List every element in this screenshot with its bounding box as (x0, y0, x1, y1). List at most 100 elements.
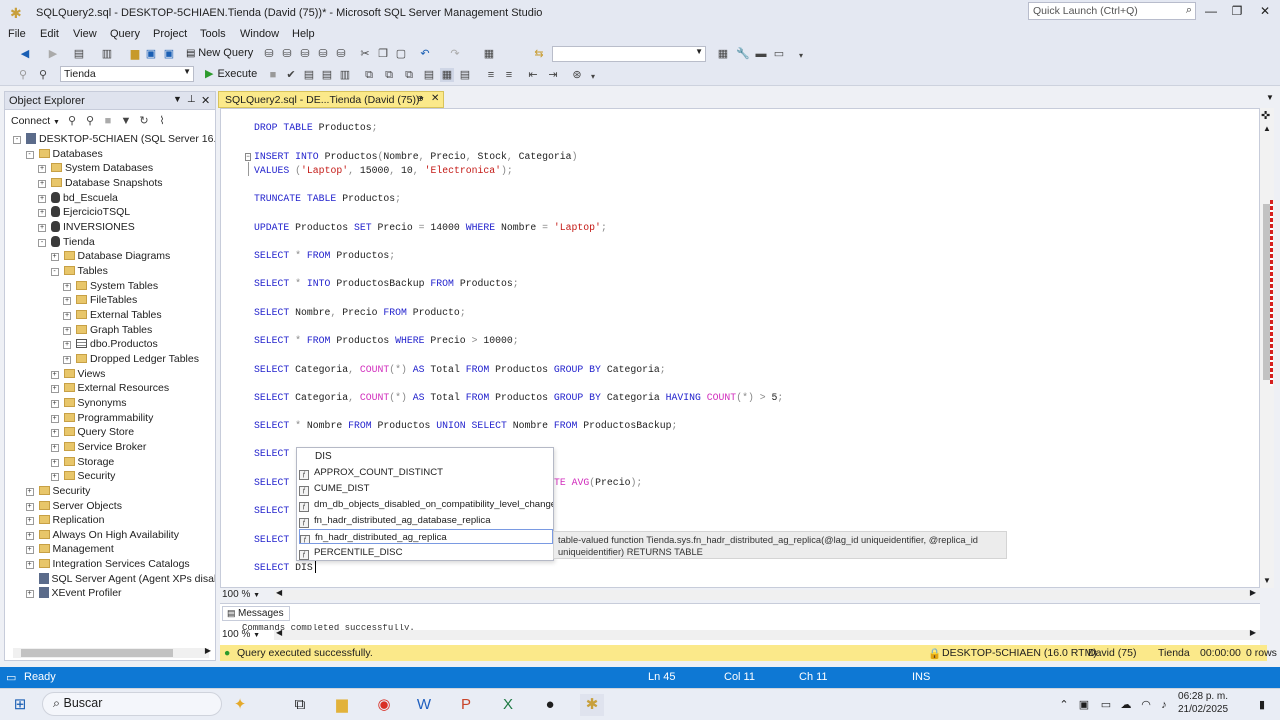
expand-icon[interactable]: + (50, 253, 59, 262)
scroll-right-icon[interactable]: ▶ (1250, 628, 1256, 637)
tree-item[interactable]: + Views (50, 367, 105, 381)
tree-scrollbar[interactable]: ▶ (13, 646, 211, 658)
results-grid-icon[interactable]: ▦ (440, 68, 454, 82)
pin-icon[interactable]: ⊥ (187, 94, 196, 105)
wrench-icon[interactable]: 🔧 (736, 47, 750, 61)
results-hscrollbar[interactable]: ◀ ▶ (274, 628, 1260, 640)
tree-item[interactable]: + System Tables (63, 279, 158, 293)
debug-target-icon[interactable]: ⇆ (532, 47, 546, 61)
tree-item[interactable]: + External Tables (63, 308, 162, 322)
expand-icon[interactable]: + (38, 165, 46, 174)
db-engine-query-icon[interactable]: ⛁ (262, 47, 276, 61)
cut-icon[interactable]: ✂ (358, 47, 372, 61)
scrollbar-thumb[interactable] (1263, 204, 1270, 380)
new-query-button[interactable]: ▤ New Query (186, 47, 253, 59)
quick-launch-input[interactable]: Quick Launch (Ctrl+Q) ⌕ (1028, 2, 1196, 20)
change-connection-icon[interactable]: ⚲ (36, 68, 50, 82)
tree-item[interactable]: - Tienda (38, 235, 95, 249)
expand-icon[interactable]: + (63, 297, 71, 306)
tab-messages[interactable]: ▤ Messages (222, 606, 290, 621)
editor-vertical-scrollbar[interactable]: ✜ ▲ ▼ (1260, 108, 1274, 588)
tree-item[interactable]: + External Resources (50, 381, 169, 395)
template-explorer-icon[interactable]: ▭ (772, 47, 786, 61)
close-panel-icon[interactable]: ✕ (201, 94, 210, 107)
disconnect-icon[interactable]: ⚲ (83, 114, 97, 128)
increase-indent-icon[interactable]: ⇥ (546, 68, 560, 82)
tree-item[interactable]: + EjercicioTSQL (38, 205, 130, 219)
scroll-left-icon[interactable]: ◀ (276, 588, 282, 597)
tray-app-icon[interactable]: ▣ (1072, 694, 1096, 716)
tree-item[interactable]: + Security (25, 484, 90, 498)
toolbar-options-icon[interactable]: ▾ (794, 49, 808, 63)
tree-item[interactable]: + INVERSIONES (38, 220, 135, 234)
client-stats-icon[interactable]: ⧉ (402, 68, 416, 82)
query-options-icon[interactable]: ▤ (320, 68, 334, 82)
include-plan-icon[interactable]: ⧉ (362, 68, 376, 82)
tree-item[interactable]: + XEvent Profiler (25, 586, 122, 600)
back-icon[interactable]: ◀ (18, 47, 32, 61)
excel-icon[interactable]: X (496, 694, 520, 716)
expand-icon[interactable]: + (38, 209, 46, 218)
tree-item[interactable]: + Synonyms (50, 396, 127, 410)
scroll-left-icon[interactable]: ◀ (276, 628, 282, 637)
execute-button[interactable]: ▶ Execute (205, 67, 257, 80)
expand-icon[interactable]: + (50, 399, 59, 408)
expand-icon[interactable]: + (25, 546, 34, 555)
menu-file[interactable]: File (8, 28, 26, 40)
activity-icon[interactable]: ⌇ (155, 114, 169, 128)
tree-item[interactable]: SQL Server Agent (Agent XPs disabled (26, 572, 215, 586)
toolbox-icon[interactable]: ▬ (754, 47, 768, 61)
tree-item[interactable]: + Management (25, 542, 114, 556)
toolbar2-options-icon[interactable]: ▾ (586, 70, 600, 84)
ssms-taskbar-icon[interactable]: ✱ (580, 694, 604, 716)
tree-item[interactable]: + Database Snapshots (38, 176, 162, 190)
results-file-icon[interactable]: ▤ (458, 68, 472, 82)
dax-query-icon[interactable]: ⛁ (334, 47, 348, 61)
close-tab-icon[interactable]: ✕ (431, 93, 439, 104)
scroll-right-icon[interactable]: ▶ (1250, 588, 1256, 597)
panel-menu-icon[interactable]: ▼ (173, 94, 182, 104)
stop-icon[interactable]: ■ (101, 114, 115, 128)
solution-config-select[interactable]: ▼ (552, 46, 706, 62)
expand-icon[interactable]: + (38, 179, 46, 188)
expand-icon[interactable]: + (50, 414, 59, 423)
expand-icon[interactable]: + (50, 473, 59, 482)
cancel-query-icon[interactable]: ■ (266, 68, 280, 82)
decrease-indent-icon[interactable]: ⇤ (526, 68, 540, 82)
scroll-down-icon[interactable]: ▼ (1263, 576, 1271, 585)
expand-icon[interactable]: + (38, 194, 46, 203)
expand-icon[interactable]: + (50, 458, 59, 467)
taskbar-search[interactable]: ⌕ Buscar (42, 692, 222, 716)
expand-icon[interactable]: + (25, 531, 34, 540)
powerpoint-icon[interactable]: P (454, 694, 478, 716)
new-project-icon[interactable]: ▤ (72, 47, 86, 61)
uncomment-icon[interactable]: ≡ (502, 68, 516, 82)
menu-tools[interactable]: Tools (200, 28, 226, 40)
menu-view[interactable]: View (73, 28, 97, 40)
collapse-icon[interactable]: - (38, 238, 46, 247)
intellisense-item[interactable]: ƒ dm_db_objects_disabled_on_compatibility… (299, 497, 553, 512)
specify-values-icon[interactable]: ⊛ (570, 68, 584, 82)
tree-item[interactable]: + Server Objects (25, 499, 122, 513)
split-editor-icon[interactable]: ✜ (1261, 109, 1270, 122)
expand-icon[interactable]: + (63, 311, 71, 320)
scroll-up-icon[interactable]: ▲ (1263, 124, 1271, 133)
intellisense-item[interactable]: ƒ APPROX_COUNT_DISTINCT (299, 465, 553, 480)
expand-icon[interactable]: + (38, 223, 46, 232)
word-icon[interactable]: W (412, 694, 436, 716)
tree-item[interactable]: + Replication (25, 513, 104, 527)
tree-item[interactable]: + Storage (50, 455, 114, 469)
editor-zoom-select[interactable]: 100 % ▼ (222, 589, 272, 602)
tab-sqlquery2[interactable]: SQLQuery2.sql - DE...Tienda (David (75))… (218, 91, 444, 108)
display-plan-icon[interactable]: ▤ (302, 68, 316, 82)
expand-icon[interactable]: + (25, 517, 34, 526)
xmla-query-icon[interactable]: ⛁ (316, 47, 330, 61)
connect-icon[interactable]: ⚲ (16, 68, 30, 82)
expand-icon[interactable]: + (63, 326, 71, 335)
tree-item[interactable]: - DESKTOP-5CHIAEN (SQL Server 16.0.113 (13, 132, 215, 146)
open-file-icon[interactable]: ▆ (128, 47, 142, 61)
tree-item[interactable]: + FileTables (63, 293, 137, 307)
tree-scrollbar-thumb[interactable] (21, 649, 173, 657)
chrome-icon[interactable]: ◉ (372, 694, 396, 716)
results-zoom-select[interactable]: 100 % ▼ (222, 629, 272, 642)
